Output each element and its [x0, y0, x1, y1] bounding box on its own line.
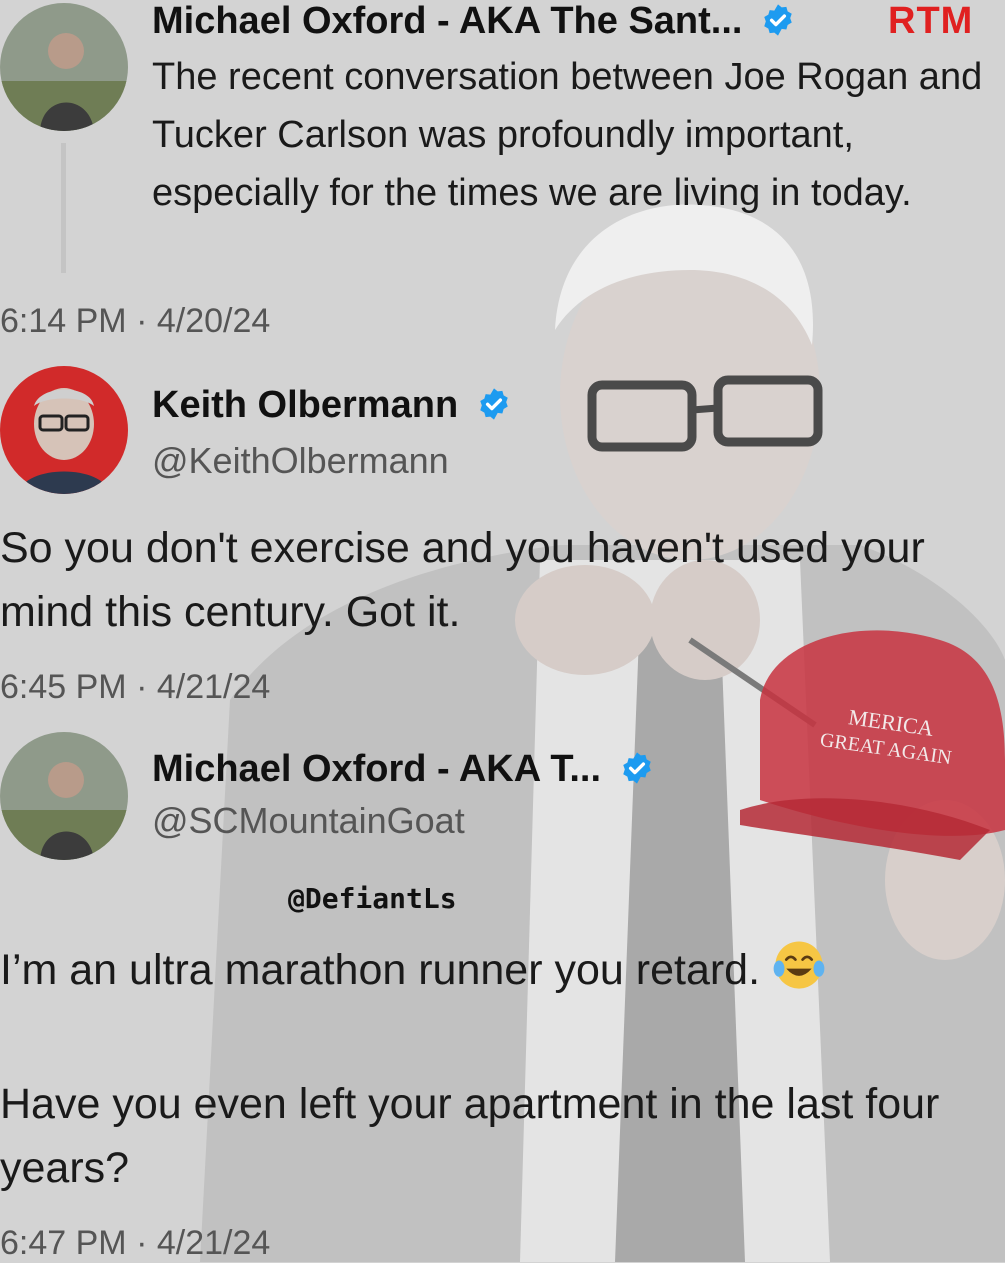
- author-name[interactable]: Michael Oxford - AKA T...: [152, 748, 654, 791]
- brand-logo-rtm: RTM: [888, 0, 974, 42]
- tweet-text: I’m an ultra marathon runner you retard.: [0, 946, 761, 994]
- tweet-text-line1: I’m an ultra marathon runner you retard.: [0, 936, 990, 1002]
- avatar-photo-icon: [0, 366, 128, 494]
- tweet-timestamp[interactable]: 6:47 PM · 4/21/24: [0, 1224, 270, 1263]
- avatar-michael-oxford-2[interactable]: [0, 732, 128, 860]
- tweet-timestamp[interactable]: 6:45 PM · 4/21/24: [0, 668, 270, 707]
- avatar-photo-icon: [0, 732, 128, 860]
- author-name-text: Keith Olbermann: [152, 384, 459, 426]
- verified-badge-icon: [479, 388, 508, 420]
- thread-connector-line: [61, 143, 66, 273]
- tweet-text: The recent conversation between Joe Roga…: [152, 56, 983, 214]
- avatar-photo-icon: [0, 3, 128, 131]
- author-name-text: Michael Oxford - AKA The Sant...: [152, 0, 743, 42]
- author-name[interactable]: Keith Olbermann: [152, 384, 511, 427]
- tweet-timestamp[interactable]: 6:14 PM · 4/20/24: [0, 302, 270, 341]
- author-handle[interactable]: @KeithOlbermann: [152, 440, 449, 482]
- avatar-keith-olbermann[interactable]: [0, 366, 128, 494]
- author-name-text: Michael Oxford - AKA T...: [152, 748, 602, 790]
- author-handle[interactable]: @SCMountainGoat: [152, 800, 465, 842]
- tweet-thread: Michael Oxford - AKA The Sant... RTM The…: [0, 0, 1005, 1262]
- avatar-michael-oxford-1[interactable]: [0, 3, 128, 131]
- verified-badge-icon: [764, 4, 792, 36]
- tweet-text: So you don't exercise and you haven't us…: [0, 524, 925, 636]
- watermark-defiantls: @DefiantLs: [288, 882, 457, 915]
- tears-of-joy-emoji-icon: [773, 941, 825, 989]
- tweet-text-line2: Have you even left your apartment in the…: [0, 1080, 940, 1192]
- author-name[interactable]: Michael Oxford - AKA The Sant...: [152, 0, 795, 43]
- verified-badge-icon: [622, 752, 651, 784]
